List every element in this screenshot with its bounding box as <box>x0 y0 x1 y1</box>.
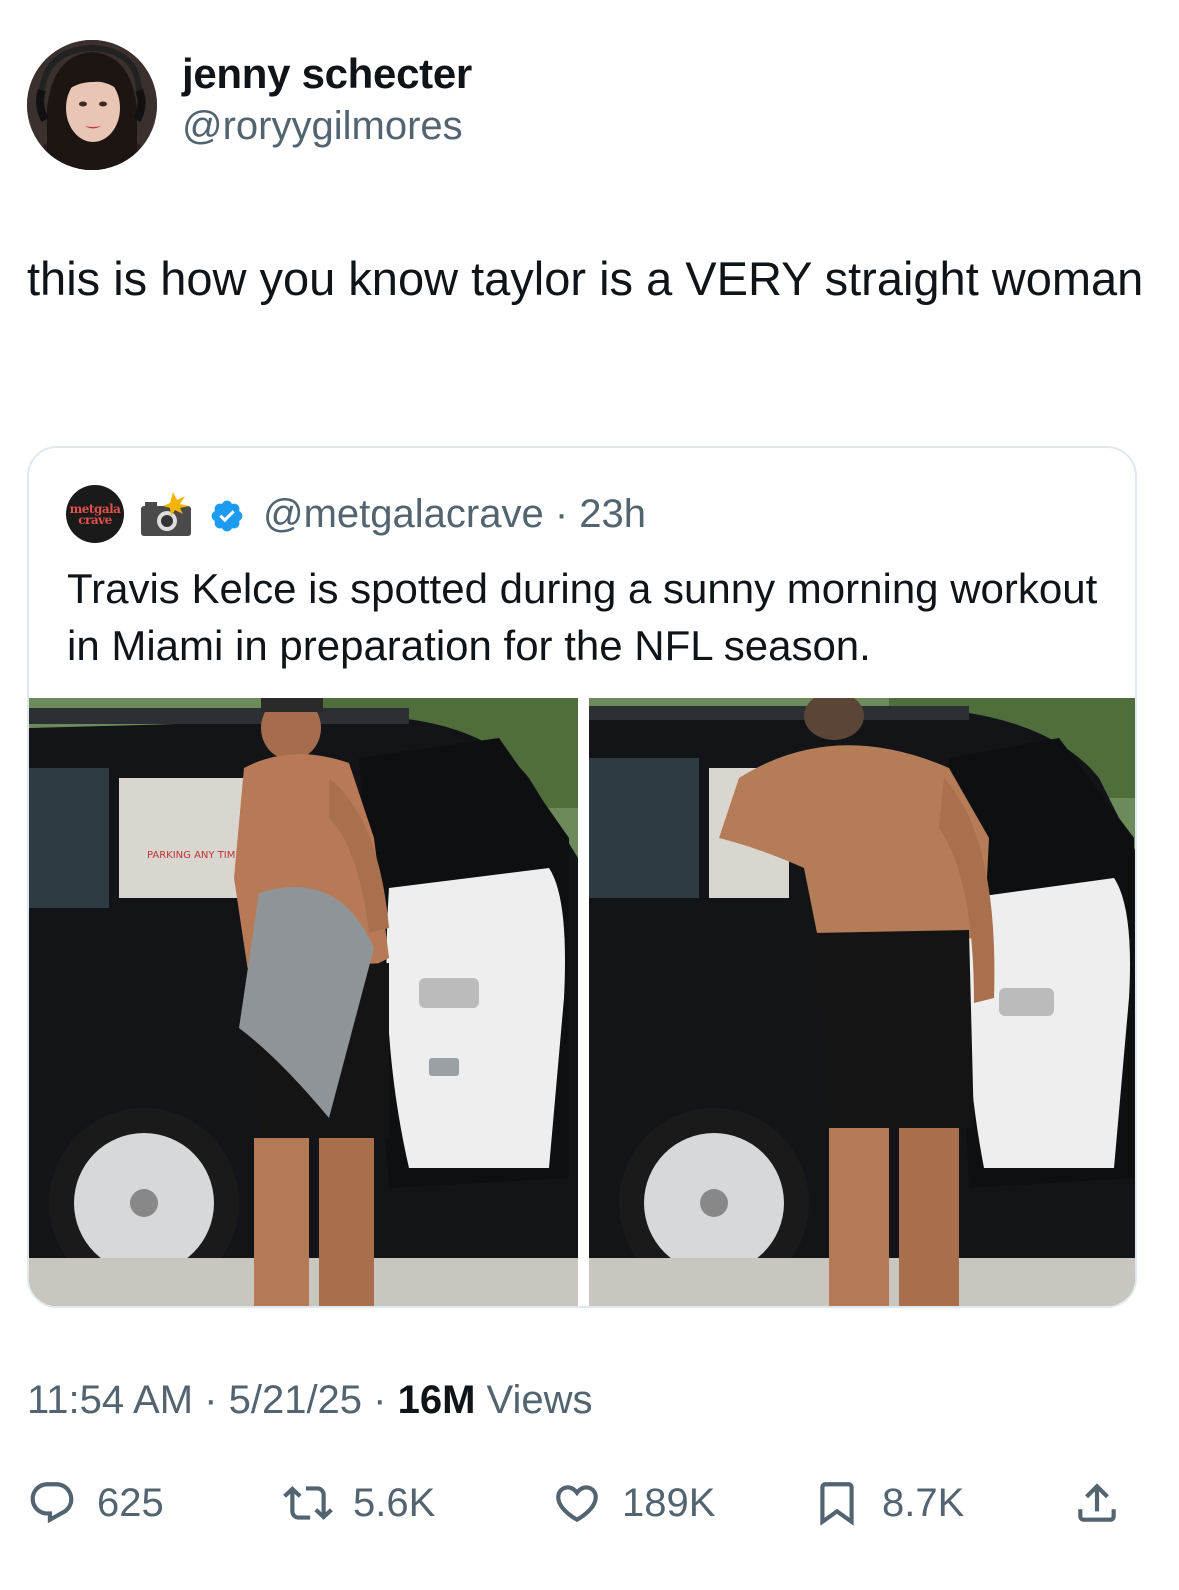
tweet-meta-line: 11:54 AM · 5/21/25 · 16M Views <box>27 1378 593 1423</box>
meta-separator: · <box>362 1378 398 1422</box>
share-button[interactable] <box>1072 1470 1122 1536</box>
repost-count: 5.6K <box>353 1480 436 1525</box>
verified-icon <box>209 498 245 534</box>
bookmark-icon <box>820 1482 854 1526</box>
quoted-handle[interactable]: @metgalacrave <box>263 492 544 536</box>
repost-button[interactable]: 5.6K <box>283 1470 435 1536</box>
reply-count: 625 <box>97 1480 164 1525</box>
like-button[interactable]: 189K <box>552 1470 715 1536</box>
bookmark-button[interactable]: 8.7K <box>812 1470 964 1536</box>
meta-separator: · <box>193 1378 229 1422</box>
author-display-name[interactable]: jenny schecter <box>182 50 472 98</box>
tweet-time[interactable]: 11:54 AM <box>27 1378 193 1422</box>
share-icon <box>1078 1483 1116 1522</box>
bookmark-count: 8.7K <box>882 1480 965 1525</box>
repost-icon <box>283 1486 333 1520</box>
quoted-tweet-card[interactable]: metgala crave @metgalacrave · 23h Travis… <box>27 446 1137 1308</box>
tweet-text: this is how you know taylor is a VERY st… <box>27 252 1144 305</box>
quoted-avatar-logo-text: metgala crave <box>69 502 121 527</box>
tweet-date[interactable]: 5/21/25 <box>229 1378 362 1422</box>
tweet-page: jenny schecter @roryygilmores this is ho… <box>0 0 1179 1590</box>
like-icon <box>556 1485 598 1523</box>
quoted-photo-right[interactable] <box>589 698 1135 1306</box>
reply-icon <box>30 1482 74 1524</box>
author-handle[interactable]: @roryygilmores <box>182 104 463 149</box>
quoted-separator: · <box>543 492 580 536</box>
action-bar: 625 5.6K 189K 8.7K <box>0 1470 1179 1536</box>
camera-flash-icon <box>137 490 197 538</box>
author-avatar[interactable] <box>27 40 157 170</box>
quoted-time[interactable]: 23h <box>579 492 646 536</box>
quoted-text: Travis Kelce is spotted during a sunny m… <box>67 565 1098 669</box>
like-count: 189K <box>622 1480 716 1525</box>
views-label: Views <box>475 1378 593 1422</box>
reply-button[interactable]: 625 <box>27 1470 164 1536</box>
quoted-meta: @metgalacrave · 23h <box>263 492 646 537</box>
quoted-photo-left[interactable]: PARKING ANY TIME <box>29 698 578 1306</box>
views-count: 16M <box>397 1378 476 1422</box>
quoted-author-avatar[interactable]: metgala crave <box>66 485 124 543</box>
photo-sign-text: PARKING ANY TIME <box>147 850 242 861</box>
